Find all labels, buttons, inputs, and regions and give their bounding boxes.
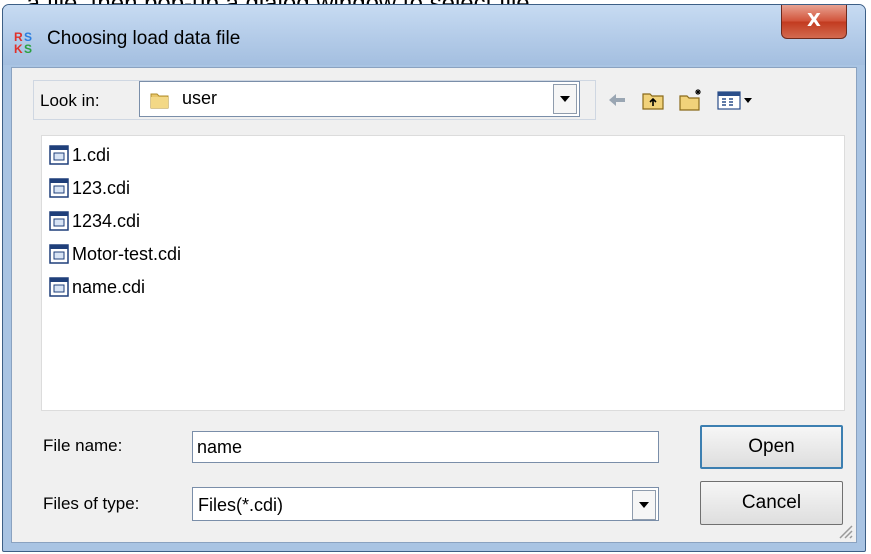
cancel-button[interactable]: Cancel [700,481,843,525]
look-in-value: user [182,88,218,108]
document-icon [49,211,69,231]
file-list-item[interactable]: name.cdi [48,274,145,300]
open-button[interactable]: Open [700,425,843,469]
file-name-input[interactable] [192,431,659,463]
file-list-item[interactable]: 1.cdi [48,142,110,168]
document-icon [49,178,69,198]
svg-text:S: S [24,42,32,54]
resize-grip-icon[interactable] [834,520,854,540]
file-name-label: name.cdi [72,276,146,297]
look-in-label: Look in: [40,91,100,110]
file-name-label: 1234.cdi [72,210,141,231]
close-button[interactable]: X [781,5,847,39]
look-in-dropdown[interactable]: user [139,81,580,117]
files-of-type-value: Files(*.cdi) [198,495,284,515]
file-name-label-text: File name: [43,436,123,455]
create-new-folder-icon[interactable] [676,86,706,114]
chevron-down-icon[interactable] [553,84,577,114]
file-name-label: Motor-test.cdi [72,243,182,264]
files-of-type-label: Files of type: [43,494,140,513]
dialog-body: Look in: user 1.cdi 123.cdi 1234.cdi Mot… [11,67,857,543]
dialog-title: Choosing load data file [47,28,241,49]
file-name-label: 123.cdi [72,177,131,198]
file-name-label: 1.cdi [72,144,111,165]
document-icon [49,277,69,297]
file-list-item[interactable]: Motor-test.cdi [48,241,181,267]
svg-text:K: K [14,42,23,54]
up-one-level-icon[interactable] [638,86,668,114]
document-icon [49,244,69,264]
file-list[interactable]: 1.cdi 123.cdi 1234.cdi Motor-test.cdi na… [41,135,845,411]
file-list-item[interactable]: 123.cdi [48,175,130,201]
title-bar: R S K S Choosing load data file X [3,5,865,65]
chevron-down-icon[interactable] [632,490,656,520]
back-arrow-icon[interactable] [602,86,632,114]
open-file-dialog: R S K S Choosing load data file X Look i… [2,4,866,552]
document-icon [49,145,69,165]
files-of-type-dropdown[interactable]: Files(*.cdi) [192,487,659,521]
file-list-item[interactable]: 1234.cdi [48,208,140,234]
folder-icon [150,93,169,109]
view-menu-icon[interactable] [716,86,756,114]
app-logo-icon: R S K S [14,30,32,54]
